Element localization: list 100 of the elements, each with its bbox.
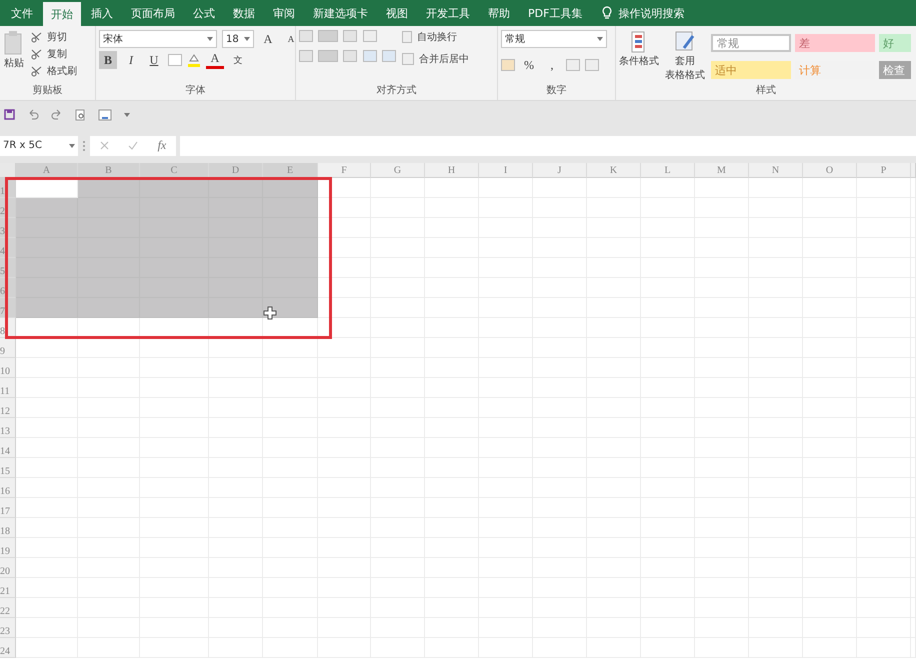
cell-style-swatch[interactable]: 适中 bbox=[711, 61, 791, 79]
row-header[interactable]: 16 bbox=[0, 478, 16, 498]
currency-icon[interactable] bbox=[501, 59, 515, 71]
format-button[interactable]: I bbox=[122, 51, 140, 69]
row-header[interactable]: 21 bbox=[0, 578, 16, 598]
format-as-table-button[interactable]: 套用 表格格式 bbox=[665, 30, 705, 84]
column-header[interactable]: H bbox=[425, 163, 479, 178]
select-all-corner[interactable] bbox=[0, 163, 16, 178]
align-icon[interactable] bbox=[299, 30, 313, 42]
row-header[interactable]: 10 bbox=[0, 358, 16, 378]
cell-style-swatch[interactable]: 常规 bbox=[711, 34, 791, 52]
align-icon[interactable] bbox=[343, 30, 357, 42]
tell-me-search[interactable]: 操作说明搜索 bbox=[592, 0, 684, 26]
column-header[interactable]: M bbox=[695, 163, 749, 178]
insert-function-button[interactable]: fx bbox=[158, 138, 166, 153]
column-header[interactable]: D bbox=[209, 163, 263, 178]
row-header[interactable]: 12 bbox=[0, 398, 16, 418]
indent-icon[interactable] bbox=[382, 50, 396, 62]
align-icon[interactable] bbox=[299, 50, 313, 62]
decimal-icon[interactable] bbox=[566, 59, 580, 71]
row-header[interactable]: 9 bbox=[0, 338, 16, 358]
column-header[interactable]: F bbox=[318, 163, 371, 178]
column-header[interactable]: E bbox=[263, 163, 318, 178]
ribbon-tab[interactable]: 新建选项卡 bbox=[305, 0, 376, 26]
ribbon-tab[interactable]: 页面布局 bbox=[123, 0, 183, 26]
column-header[interactable]: B bbox=[78, 163, 140, 178]
clipboard-action[interactable]: 复制 bbox=[31, 47, 77, 61]
clipboard-action[interactable]: 格式刷 bbox=[31, 64, 77, 78]
percent-button[interactable]: % bbox=[520, 56, 538, 74]
name-box[interactable]: 7R x 5C bbox=[0, 136, 78, 156]
ribbon-tab[interactable]: 视图 bbox=[378, 0, 416, 26]
row-header[interactable]: 18 bbox=[0, 518, 16, 538]
comma-button[interactable]: , bbox=[543, 56, 561, 74]
save-icon[interactable] bbox=[4, 109, 15, 120]
format-button[interactable]: U bbox=[145, 51, 163, 69]
ribbon-tab[interactable]: 开始 bbox=[43, 2, 81, 26]
font-color-button[interactable]: A bbox=[206, 51, 224, 69]
row-header[interactable]: 24 bbox=[0, 638, 16, 658]
print-preview-icon[interactable] bbox=[75, 108, 86, 120]
group-label: 样式 bbox=[755, 84, 777, 98]
clipboard-action[interactable]: 剪切 bbox=[31, 30, 77, 44]
column-header[interactable]: C bbox=[140, 163, 209, 178]
cell-style-swatch[interactable]: 检查 bbox=[879, 61, 911, 79]
shrink-font-button[interactable]: A bbox=[282, 30, 300, 48]
paste-button[interactable]: 粘贴 bbox=[3, 30, 25, 84]
row-header[interactable]: 13 bbox=[0, 418, 16, 438]
wrap-text-button[interactable]: 自动换行 bbox=[402, 30, 469, 44]
column-header[interactable]: I bbox=[479, 163, 533, 178]
orientation-icon[interactable] bbox=[363, 30, 377, 42]
column-header[interactable]: G bbox=[371, 163, 425, 178]
redo-icon[interactable] bbox=[51, 109, 63, 120]
cell-style-swatch[interactable]: 好 bbox=[879, 34, 911, 52]
format-button[interactable]: B bbox=[99, 51, 117, 69]
dropdown-icon[interactable] bbox=[124, 112, 130, 116]
caret-icon bbox=[597, 37, 603, 41]
font-size-field[interactable]: 18 bbox=[222, 30, 254, 48]
ribbon-tab[interactable]: PDF工具集 bbox=[520, 0, 590, 26]
form-icon[interactable] bbox=[98, 108, 112, 120]
column-header[interactable]: J bbox=[533, 163, 587, 178]
row-header[interactable]: 19 bbox=[0, 538, 16, 558]
formula-input[interactable] bbox=[180, 136, 916, 156]
row-header[interactable]: 22 bbox=[0, 598, 16, 618]
align-icon[interactable] bbox=[318, 50, 338, 62]
ribbon-tab[interactable]: 公式 bbox=[185, 0, 223, 26]
cell-style-swatch[interactable]: 差 bbox=[795, 34, 875, 52]
grow-font-button[interactable]: A bbox=[259, 30, 277, 48]
ribbon-tab[interactable]: 插入 bbox=[83, 0, 121, 26]
fill-color-icon[interactable] bbox=[187, 53, 201, 67]
phonetic-button[interactable]: 文 bbox=[229, 51, 247, 69]
column-header[interactable]: A bbox=[16, 163, 78, 178]
ribbon-tab[interactable]: 数据 bbox=[225, 0, 263, 26]
more-icon bbox=[82, 140, 86, 152]
indent-icon[interactable] bbox=[363, 50, 377, 62]
row-header[interactable]: 11 bbox=[0, 378, 16, 398]
decimal-icon[interactable] bbox=[585, 59, 599, 71]
row-header[interactable]: 15 bbox=[0, 458, 16, 478]
column-header[interactable]: N bbox=[749, 163, 803, 178]
row-header[interactable]: 14 bbox=[0, 438, 16, 458]
border-icon[interactable] bbox=[168, 54, 182, 66]
column-header[interactable]: K bbox=[587, 163, 641, 178]
ribbon-tab[interactable]: 开发工具 bbox=[418, 0, 478, 26]
row-header[interactable]: 23 bbox=[0, 618, 16, 638]
wrap-icon bbox=[402, 31, 412, 43]
align-icon[interactable] bbox=[318, 30, 338, 42]
column-header[interactable]: L bbox=[641, 163, 695, 178]
check-icon[interactable] bbox=[128, 141, 138, 150]
column-header[interactable]: O bbox=[803, 163, 857, 178]
align-icon[interactable] bbox=[343, 50, 357, 62]
cancel-icon[interactable] bbox=[100, 141, 109, 150]
ribbon-tab[interactable]: 文件 bbox=[3, 0, 41, 26]
undo-icon[interactable] bbox=[27, 109, 39, 120]
font-name-field[interactable]: 宋体 bbox=[99, 30, 217, 48]
row-header[interactable]: 17 bbox=[0, 498, 16, 518]
merge-center-button[interactable]: 合并后居中 bbox=[402, 52, 469, 66]
number-format-field[interactable]: 常规 bbox=[501, 30, 607, 48]
column-header[interactable]: P bbox=[857, 163, 911, 178]
ribbon-tab[interactable]: 帮助 bbox=[480, 0, 518, 26]
conditional-format-button[interactable]: 条件格式 bbox=[619, 30, 659, 84]
ribbon-tab[interactable]: 审阅 bbox=[265, 0, 303, 26]
row-header[interactable]: 20 bbox=[0, 558, 16, 578]
